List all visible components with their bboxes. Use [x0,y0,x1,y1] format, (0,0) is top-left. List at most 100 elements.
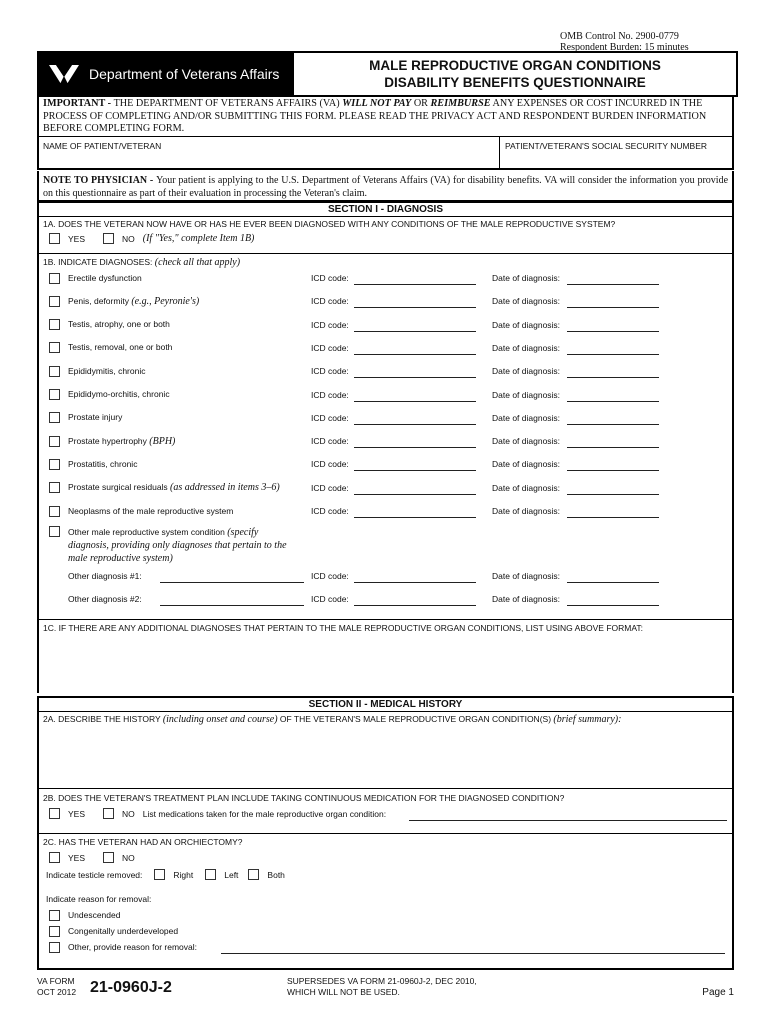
diagnosis-name: Erectile dysfunction [68,272,142,283]
diagnosis-checkbox[interactable] [49,295,60,307]
diagnosis-checkbox[interactable] [49,482,60,494]
diagnosis-name: Epididymitis, chronic [68,365,146,376]
yes-label: YES [68,808,86,819]
q1a-no-checkbox[interactable] [103,233,115,244]
diagnosis-checkbox[interactable] [49,272,60,284]
diagnosis-checkbox[interactable] [49,389,60,400]
form-title: MALE REPRODUCTIVE ORGAN CONDITIONS DISAB… [292,53,736,95]
icd-code-input[interactable] [354,517,476,518]
diagnosis-date-input[interactable] [567,493,659,495]
diagnosis-date-input[interactable] [567,423,659,425]
q1a-yes-checkbox[interactable] [49,233,60,244]
icd-code-input[interactable] [354,447,476,449]
right-checkbox[interactable] [154,869,166,880]
icd-code-input[interactable] [354,284,476,285]
icd-code-input[interactable] [354,330,476,332]
both-label: Both [267,869,285,880]
diagnosis-date-input[interactable] [567,330,659,332]
physician-note: NOTE TO PHYSICIAN - Your patient is appl… [37,171,734,201]
icd-label: ICD code: [311,482,349,493]
diagnosis-date-input[interactable] [567,353,659,355]
left-checkbox[interactable] [205,869,217,880]
other-2-date-input[interactable] [567,605,659,606]
other-2-icd-input[interactable] [354,605,476,606]
diagnosis-checkbox[interactable] [49,342,60,354]
question-1c: 1C. IF THERE ARE ANY ADDITIONAL DIAGNOSE… [43,623,644,633]
date-label: Date of diagnosis: [492,296,561,307]
reason-label: Undescended [68,910,121,920]
divider [39,833,732,834]
both-checkbox[interactable] [248,869,260,880]
patient-name-label: NAME OF PATIENT/VETERAN [43,141,162,151]
diagnosis-checkbox[interactable] [49,319,60,331]
patient-name-field[interactable]: NAME OF PATIENT/VETERAN [39,137,500,168]
medications-input[interactable] [409,820,727,821]
icd-label: ICD code: [311,506,349,516]
other-diagnosis-1-input[interactable] [160,582,304,583]
diagnosis-date-input[interactable] [567,470,659,472]
q2a-textarea[interactable] [43,728,728,784]
reason-checkbox[interactable] [49,941,60,953]
question-1a: 1A. DOES THE VETERAN NOW HAVE OR HAS HE … [43,219,616,229]
diagnosis-checkbox[interactable] [49,412,60,424]
reason-row: Congenitally underdeveloped [49,924,724,938]
title-line-1: MALE REPRODUCTIVE ORGAN CONDITIONS [369,58,661,73]
ssn-field[interactable]: PATIENT/VETERAN'S SOCIAL SECURITY NUMBER [500,137,732,168]
patient-info-row: NAME OF PATIENT/VETERAN PATIENT/VETERAN'… [37,137,734,170]
icd-label: ICD code: [311,319,349,330]
diagnosis-date-input[interactable] [567,517,659,518]
icd-code-input[interactable] [354,307,476,309]
icd-label: ICD code: [311,389,349,400]
testicle-removed-label: Indicate testicle removed: [46,869,143,880]
q2c-yes-checkbox[interactable] [49,852,60,863]
important-notice: IMPORTANT - THE DEPARTMENT OF VETERANS A… [37,95,734,137]
q2c-no-checkbox[interactable] [103,852,115,863]
diagnosis-date-input[interactable] [567,377,659,379]
diagnosis-label: Neoplasms of the male reproductive syste… [68,506,301,517]
icd-code-input[interactable] [354,353,476,355]
diagnosis-checkbox[interactable] [49,458,60,470]
section-1: SECTION I - DIAGNOSIS 1A. DOES THE VETER… [37,201,734,693]
diagnosis-name: Neoplasms of the male reproductive syste… [68,505,234,516]
icd-code-input[interactable] [354,377,476,379]
supersedes-line-2: WHICH WILL NOT BE USED. [287,987,400,997]
q2b-yes-checkbox[interactable] [49,808,60,819]
other-1-date-input[interactable] [567,582,659,583]
reason-checkbox[interactable] [49,925,60,937]
diagnosis-checkbox[interactable] [49,435,60,447]
icd-label: ICD code: [311,342,349,353]
diagnosis-row: Penis, deformity (e.g., Peyronie's) ICD c… [49,294,724,309]
icd-code-input[interactable] [354,493,476,495]
icd-code-input[interactable] [354,423,476,425]
diagnosis-checkbox[interactable] [49,365,60,377]
section-2: SECTION II - MEDICAL HISTORY 2A. DESCRIB… [37,696,734,970]
icd-code-input[interactable] [354,470,476,472]
icd-label: ICD code: [311,459,349,470]
q2b-no-checkbox[interactable] [103,808,115,819]
left-label: Left [224,869,239,880]
diagnosis-date-input[interactable] [567,400,659,402]
other-condition-row: Other male reproductive system condition… [49,526,724,566]
q1c-textarea[interactable] [43,637,728,689]
icd-code-input[interactable] [354,400,476,402]
diagnosis-label: Testis, atrophy, one or both [68,319,301,330]
supersedes-note: SUPERSEDES VA FORM 21-0960J-2, DEC 2010,… [287,976,477,998]
q2a-hint-2: (brief summary): [553,714,622,725]
other-reason-input[interactable] [221,953,725,954]
diagnosis-label: Epididymitis, chronic [68,366,301,377]
diagnosis-date-input[interactable] [567,307,659,309]
diagnosis-name: Testis, removal, one or both [68,342,173,353]
title-line-2: DISABILITY BENEFITS QUESTIONNAIRE [384,75,646,90]
other-condition-checkbox[interactable] [49,526,60,537]
omb-control-number: OMB Control No. 2900-0779 [560,31,679,42]
other-diagnosis-2-input[interactable] [160,605,304,606]
other-1-icd-input[interactable] [354,582,476,583]
reason-checkbox[interactable] [49,909,60,921]
diagnosis-row: Neoplasms of the male reproductive syste… [49,504,724,518]
other-diagnosis-2-label: Other diagnosis #2: [68,594,142,604]
diagnosis-date-input[interactable] [567,284,659,285]
diagnosis-date-input[interactable] [567,447,659,449]
diagnosis-checkbox[interactable] [49,505,60,517]
diagnosis-row: Testis, atrophy, one or both ICD code: Dat… [49,318,724,332]
diagnosis-label: Prostatitis, chronic [68,459,301,470]
